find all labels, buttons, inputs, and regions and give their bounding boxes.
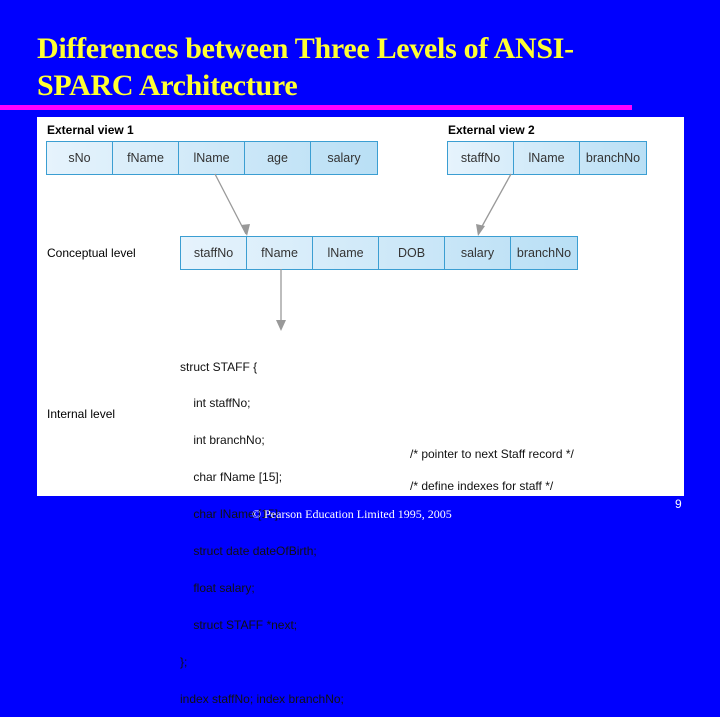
code-line: struct STAFF *next;: [180, 617, 298, 632]
external-view-1-record: sNo fName lName age salary: [46, 141, 378, 175]
external-view-2-label: External view 2: [448, 123, 535, 137]
comment-indexes: /* define indexes for staff */: [410, 479, 554, 493]
conceptual-level-record: staffNo fName lName DOB salary branchNo: [180, 236, 578, 270]
code-line: float salary;: [180, 580, 255, 595]
slide-title: Differences between Three Levels of ANSI…: [37, 30, 677, 104]
code-line: int branchNo;: [180, 433, 265, 448]
code-line: char fName [15];: [180, 470, 283, 485]
internal-level-label: Internal level: [47, 407, 116, 421]
code-line: index staffNo; index branchNo;: [180, 691, 344, 706]
field-cell: DOB: [379, 237, 445, 269]
field-cell: branchNo: [516, 246, 572, 260]
code-line: int staffNo;: [180, 396, 251, 411]
internal-struct-code: struct STAFF { int staffNo; int branchNo…: [180, 336, 344, 717]
conceptual-level-label: Conceptual level: [47, 246, 136, 260]
field-cell: branchNo: [585, 151, 641, 165]
field-cell: salary: [445, 237, 511, 269]
code-line: struct STAFF {: [180, 359, 258, 374]
external-view-2-record: staffNo lName branchNo: [447, 141, 647, 175]
field-cell: lName: [313, 237, 379, 269]
external-view-1-label: External view 1: [47, 123, 134, 137]
title-underline: [0, 105, 632, 110]
field-cell: age: [245, 142, 311, 174]
field-cell: fName: [247, 237, 313, 269]
field-cell: staffNo: [448, 142, 514, 174]
field-cell: sNo: [47, 142, 113, 174]
copyright-footer: © Pearson Education Limited 1995, 2005: [252, 507, 452, 521]
code-line: };: [180, 654, 188, 669]
field-cell: salary: [327, 151, 361, 165]
field-cell: fName: [113, 142, 179, 174]
slide-title-line-1: Differences between Three Levels of ANSI…: [37, 32, 574, 65]
field-cell: staffNo: [181, 237, 247, 269]
page-number: 9: [675, 497, 682, 511]
field-cell: lName: [514, 142, 580, 174]
code-line: struct date dateOfBirth;: [180, 544, 317, 559]
comment-next-pointer: /* pointer to next Staff record */: [410, 447, 574, 461]
slide-title-line-2: SPARC Architecture: [37, 69, 298, 102]
field-cell: lName: [179, 142, 245, 174]
